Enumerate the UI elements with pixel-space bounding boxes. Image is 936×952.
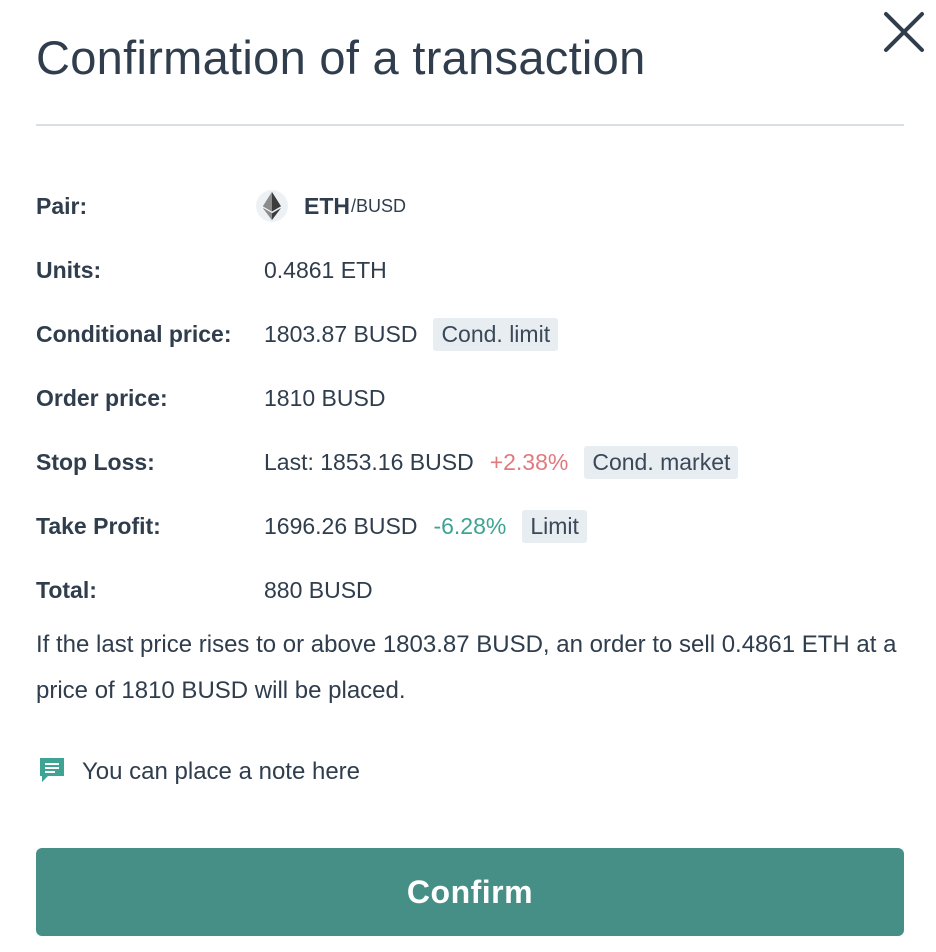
confirm-button[interactable]: Confirm [36, 848, 904, 936]
units-value: 0.4861 ETH [264, 257, 387, 284]
take-profit-value: 1696.26 BUSD -6.28% Limit [264, 509, 587, 543]
note-placeholder: You can place a note here [82, 758, 361, 785]
total-label: Total: [36, 576, 97, 603]
total-row: Total: 880 BUSD [36, 570, 373, 610]
units-amount: 0.4861 ETH [264, 256, 387, 283]
order-description: If the last price rises to or above 1803… [36, 631, 897, 704]
pair-row: Pair: ETH /BUSD [36, 186, 406, 226]
pair-base: ETH [304, 192, 350, 219]
units-label: Units: [36, 256, 102, 283]
take-profit-change: -6.28% [433, 512, 507, 539]
ethereum-icon [256, 190, 288, 222]
order-price-row: Order price: 1810 BUSD [36, 378, 385, 418]
stop-loss-amount: Last: 1853.16 BUSD [264, 448, 474, 475]
conditional-price-value: 1803.87 BUSD Cond. limit [264, 317, 559, 351]
modal-title: Confirmation of a transaction [36, 31, 646, 84]
order-price-amount: 1810 BUSD [264, 384, 386, 411]
take-profit-label: Take Profit: [36, 512, 161, 539]
add-note-link[interactable]: You can place a note here [38, 752, 360, 792]
total-amount: 880 BUSD [264, 576, 373, 603]
pair-value: ETH /BUSD [256, 190, 407, 222]
take-profit-type-badge: Limit [522, 509, 587, 543]
stop-loss-type-badge: Cond. market [584, 445, 739, 479]
close-icon[interactable] [880, 8, 928, 56]
take-profit-amount: 1696.26 BUSD [264, 512, 418, 539]
title-divider [36, 124, 904, 126]
pair-label: Pair: [36, 192, 88, 219]
pair-quote: /BUSD [351, 195, 407, 216]
order-price-label: Order price: [36, 384, 168, 411]
order-type-badge: Cond. limit [433, 317, 559, 351]
take-profit-row: Take Profit: 1696.26 BUSD -6.28% Limit [36, 506, 587, 546]
conditional-price-row: Conditional price: 1803.87 BUSD Cond. li… [36, 314, 559, 354]
comment-icon [38, 756, 66, 789]
units-row: Units: 0.4861 ETH [36, 250, 387, 290]
stop-loss-label: Stop Loss: [36, 448, 155, 475]
conditional-price-amount: 1803.87 BUSD [264, 320, 418, 347]
order-price-value: 1810 BUSD [264, 385, 385, 412]
confirmation-modal: Confirmation of a transaction Pair: ETH … [0, 0, 936, 952]
stop-loss-value: Last: 1853.16 BUSD +2.38% Cond. market [264, 445, 739, 479]
total-value: 880 BUSD [264, 577, 373, 604]
stop-loss-change: +2.38% [489, 448, 569, 475]
conditional-price-label: Conditional price: [36, 320, 232, 347]
stop-loss-row: Stop Loss: Last: 1853.16 BUSD +2.38% Con… [36, 442, 739, 482]
